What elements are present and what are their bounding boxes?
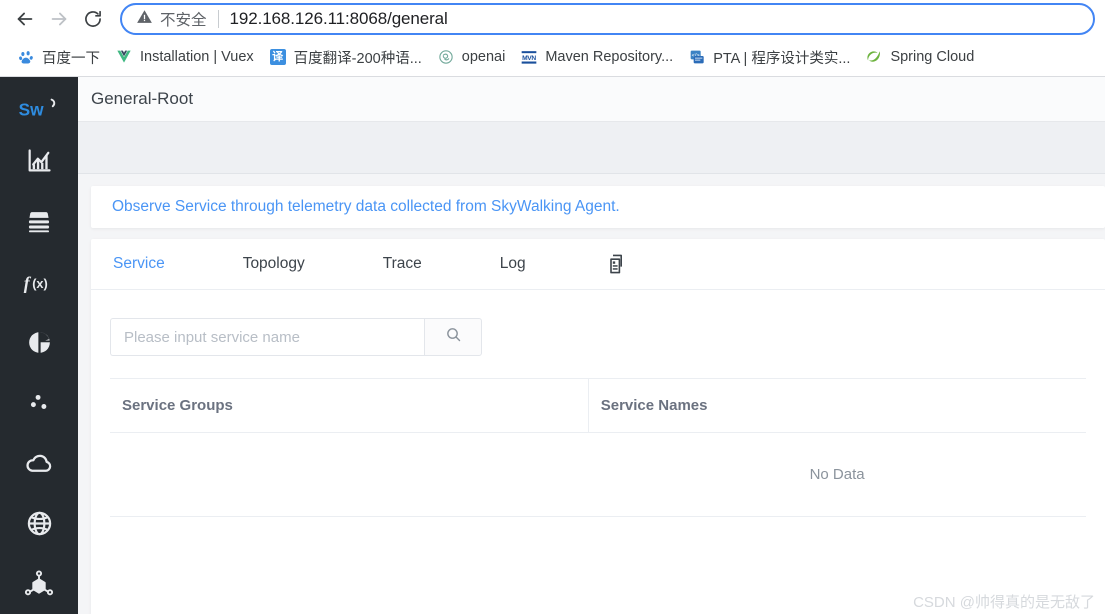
skywalking-app: Sw f (x) General-Root Observe Service th… [0,77,1105,614]
bookmark-spring-cloud[interactable]: Spring Cloud [858,45,982,69]
description-text: Observe Service through telemetry data c… [112,198,620,215]
sidebar-item-general-dashboard[interactable] [0,131,78,191]
security-indicator[interactable]: 不安全 [136,8,207,30]
omnibox-divider [217,10,219,28]
table-body: No Data [110,432,1086,517]
copy-documents-icon[interactable] [604,239,628,290]
sidebar-item-cloud[interactable] [0,433,78,493]
security-label: 不安全 [160,12,207,29]
search-button[interactable] [424,318,482,356]
function-fx-icon: f (x) [22,269,56,295]
bookmarks-bar: 百度一下 Installation | Vuex 译 百度翻译-200种语... [0,38,1105,77]
cloud-icon [24,448,54,478]
bookmark-label: 百度翻译-200种语... [293,50,422,67]
reload-button[interactable] [76,2,110,36]
no-data-text: No Data [809,466,865,483]
fanyi-favicon: 译 [269,49,286,65]
search-row [91,290,1105,356]
page-title: General-Root [91,89,194,108]
sidebar-item-topology[interactable] [0,554,78,614]
bookmark-baidu-fanyi[interactable]: 译 百度翻译-200种语... [262,43,430,72]
main-content: General-Root Observe Service through tel… [78,77,1105,614]
arrow-left-icon [14,8,36,30]
sidebar-item-database[interactable] [0,312,78,372]
dashboard-chart-icon [25,147,53,175]
url-text[interactable]: 192.168.126.11:8068/general [230,9,448,29]
svg-text:(x): (x) [32,276,48,291]
app-sidebar: Sw f (x) [0,77,78,614]
maven-favicon: MVN [521,49,538,65]
openai-favicon [437,49,454,65]
forward-button[interactable] [42,2,76,36]
bookmark-maven[interactable]: MVN Maven Repository... [513,45,681,69]
warning-triangle-icon [136,8,153,30]
back-button[interactable] [8,2,42,36]
browser-toolbar: 不安全 192.168.126.11:8068/general [0,0,1105,38]
search-input[interactable] [110,318,424,356]
vuex-favicon [116,49,132,65]
empty-cell-left [110,432,589,517]
sidebar-item-service[interactable] [0,191,78,251]
service-panel: Service Topology Trace Log Please input … [91,239,1105,614]
bookmark-openai[interactable]: openai [430,45,514,69]
pta-favicon: </> [689,49,706,65]
watermark: CSDN @帅得真的是无敌了 [913,594,1095,611]
tab-log[interactable]: Log [500,239,526,290]
pie-chart-icon [26,329,53,356]
sidebar-item-cluster[interactable] [0,373,78,433]
description-card: Observe Service through telemetry data c… [91,186,1105,228]
svg-text:MVN: MVN [522,54,536,61]
column-header-service-groups[interactable]: Service Groups [110,379,589,433]
table-head: Service Groups Service Names [110,379,1086,433]
bookmark-pta[interactable]: </> PTA | 程序设计类实... [681,43,858,72]
baidu-favicon [18,49,34,65]
table-row-empty: No Data [110,432,1086,517]
svg-text:f: f [24,273,32,293]
tab-topology[interactable]: Topology [243,239,305,290]
dots-cluster-icon [25,389,53,417]
services-table-wrap: Service Groups Service Names No Data [110,378,1086,517]
bookmark-baidu[interactable]: 百度一下 [10,43,108,72]
tab-bar: Service Topology Trace Log [91,239,1105,290]
toolbar-band [78,122,1105,174]
bookmark-label: PTA | 程序设计类实... [713,50,851,67]
bookmark-label: 百度一下 [42,50,100,67]
browser-chrome: 不安全 192.168.126.11:8068/general 百度一下 Ins… [0,0,1105,77]
reload-icon [83,9,103,29]
bookmark-vuex[interactable]: Installation | Vuex [108,45,262,69]
table-header-row: Service Groups Service Names [110,379,1086,433]
arrow-right-icon [48,8,70,30]
address-bar[interactable]: 不安全 192.168.126.11:8068/general [120,3,1095,35]
column-header-service-names[interactable]: Service Names [587,379,1086,433]
page-header: General-Root [78,77,1105,122]
skywalking-logo[interactable]: Sw [0,87,78,131]
layers-service-icon [25,208,53,236]
globe-icon [25,509,54,538]
spring-favicon [866,49,883,65]
bookmark-label: Installation | Vuex [140,49,254,65]
sidebar-item-network[interactable] [0,493,78,553]
tab-trace[interactable]: Trace [383,239,422,290]
search-icon [445,326,462,348]
services-table: Service Groups Service Names No Data [110,379,1086,517]
topology-node-icon [24,569,54,599]
svg-text:Sw: Sw [19,99,45,119]
bookmark-label: openai [461,49,506,65]
empty-cell-right: No Data [588,432,1086,517]
bookmark-label: Maven Repository... [545,49,674,65]
bookmark-label: Spring Cloud [890,49,975,65]
body-area: Observe Service through telemetry data c… [78,174,1105,614]
tab-service[interactable]: Service [113,239,165,290]
search-group [110,318,482,356]
sidebar-item-function[interactable]: f (x) [0,252,78,312]
